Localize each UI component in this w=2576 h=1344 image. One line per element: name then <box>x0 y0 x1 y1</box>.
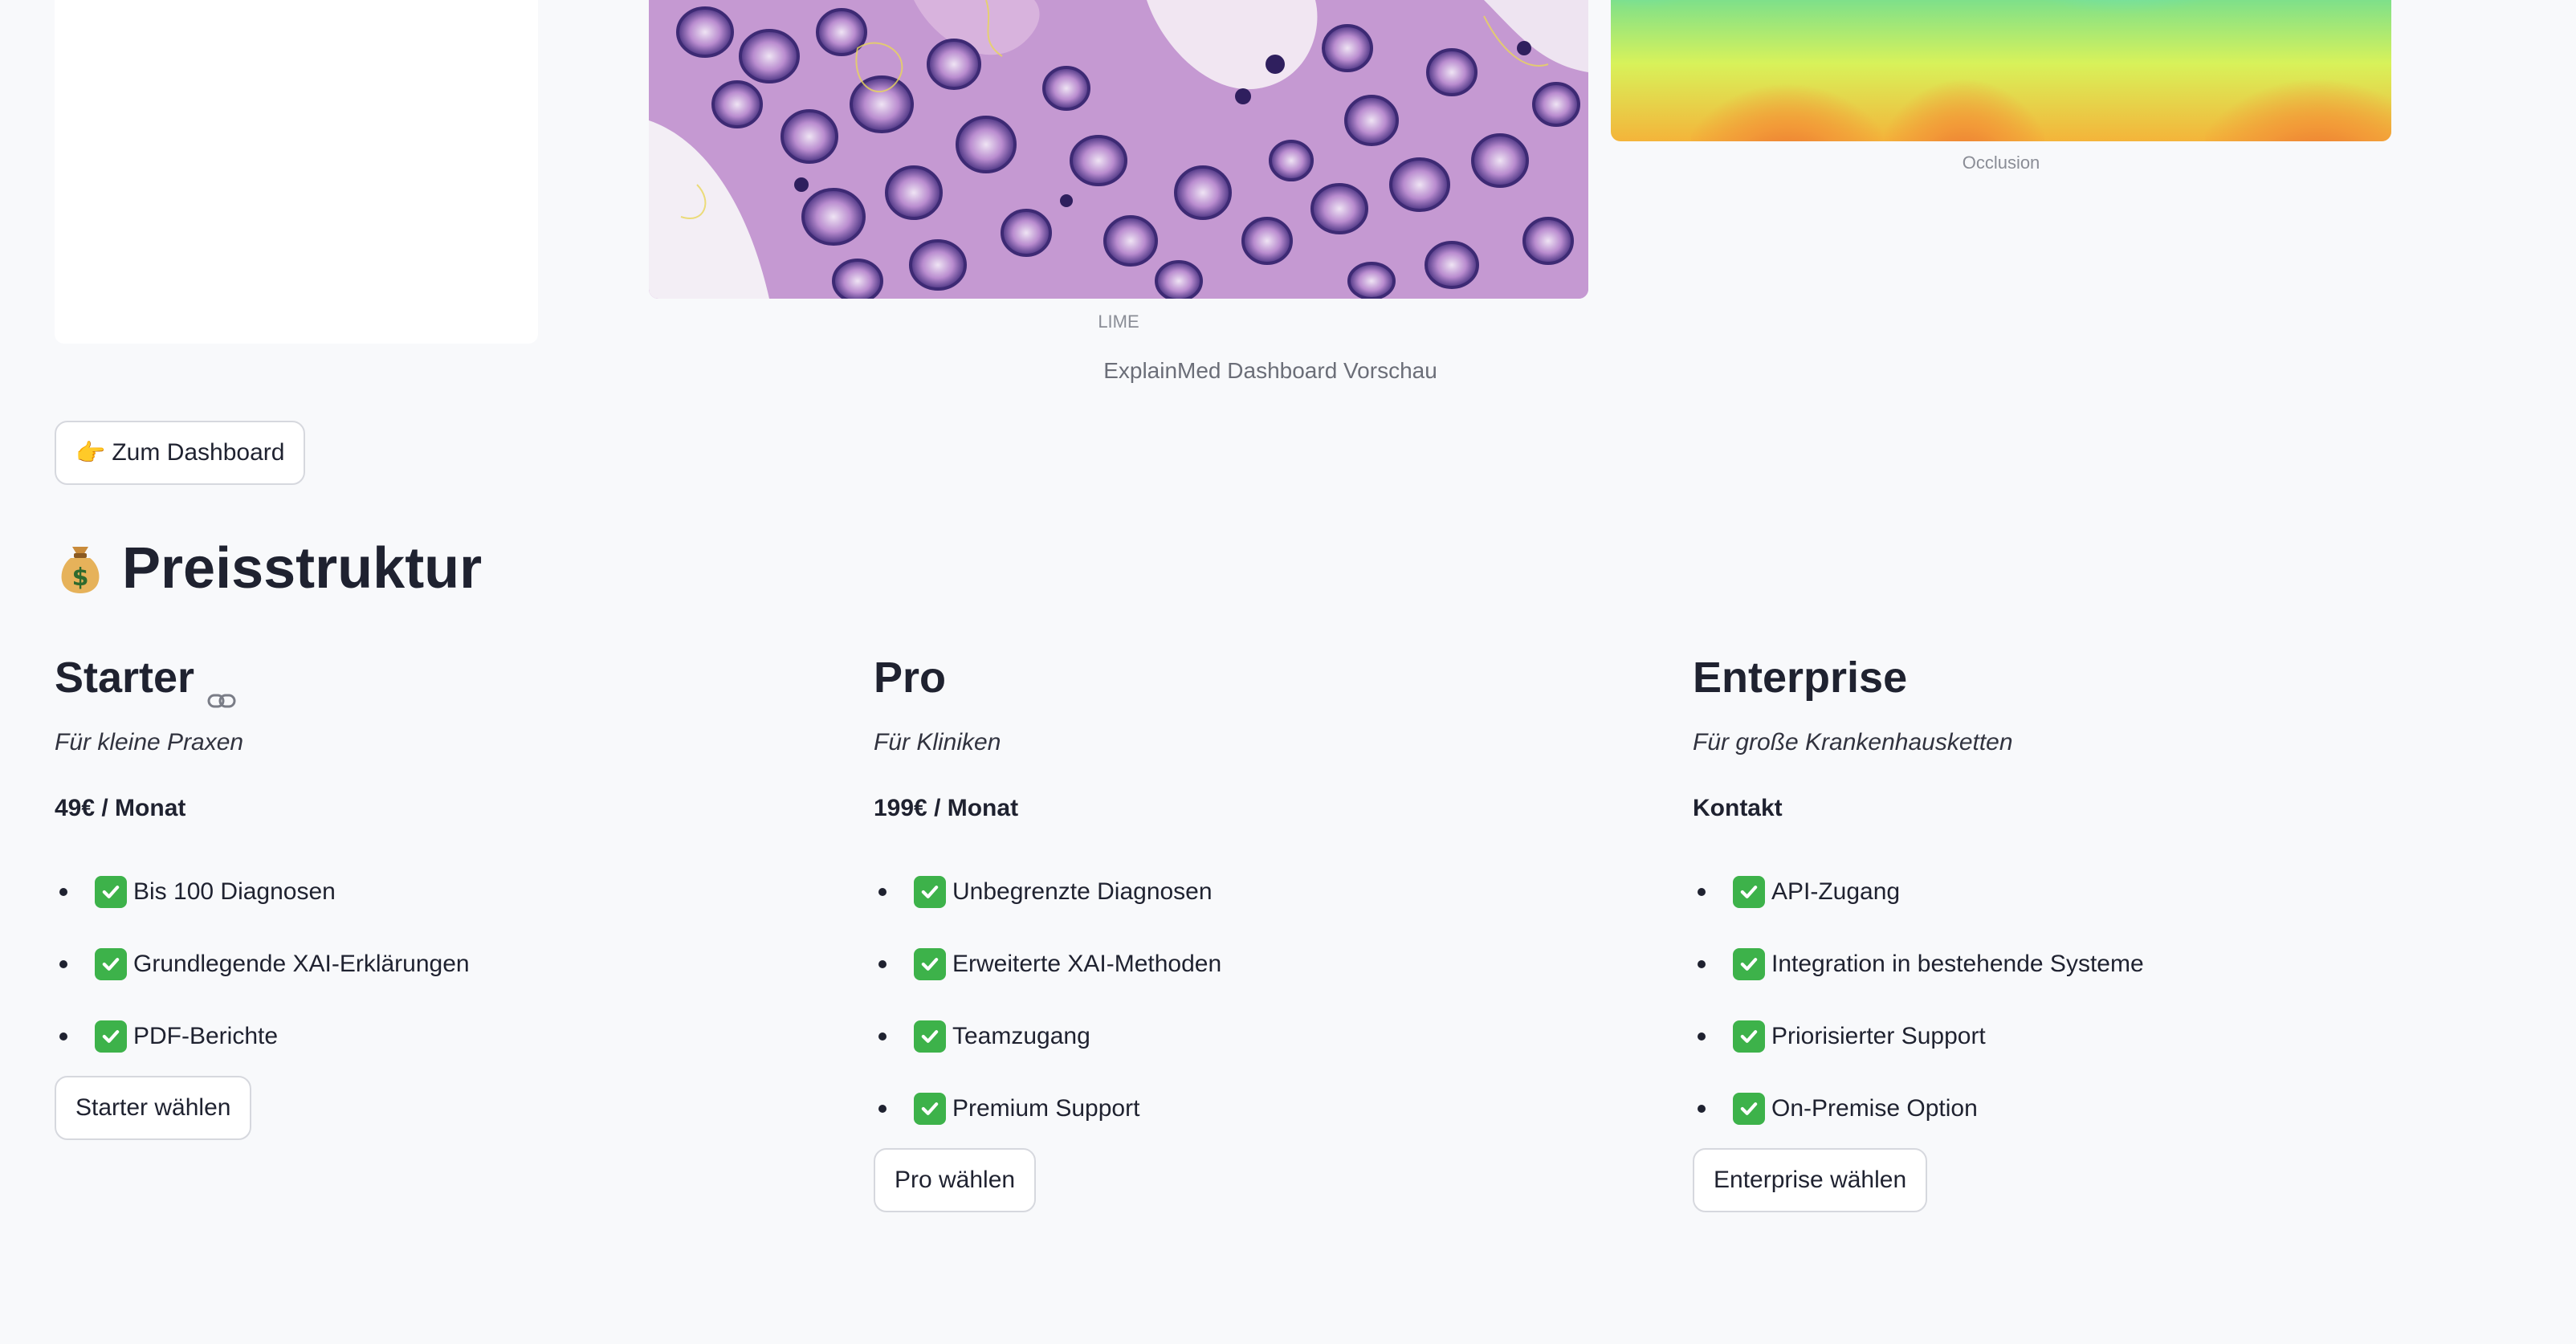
check-icon <box>95 876 127 908</box>
feature-item: On-Premise Option <box>1693 1073 2464 1145</box>
plan-pro-features: Unbegrenzte Diagnosen Erweiterte XAI-Met… <box>874 856 1645 1145</box>
plan-enterprise-name: Enterprise <box>1693 654 1908 702</box>
bullet <box>1698 1105 1706 1113</box>
plan-enterprise-subtitle: Für große Krankenhausketten <box>1693 729 2013 755</box>
bullet <box>1698 1032 1706 1041</box>
dashboard-preview-caption: ExplainMed Dashboard Vorschau <box>1103 358 1437 383</box>
plan-pro-price: 199€ / Monat <box>874 795 1019 821</box>
feature-item: Priorisierter Support <box>1693 1000 2464 1073</box>
feature-item: API-Zugang <box>1693 856 2464 928</box>
pointing-hand-icon: 👉 <box>75 439 106 466</box>
occlusion-heatmap-picture <box>1611 0 2391 141</box>
feature-item: PDF-Berichte <box>55 1000 825 1073</box>
starter-select-button[interactable]: Starter wählen <box>55 1076 252 1140</box>
bullet <box>59 888 67 896</box>
svg-text:$: $ <box>72 564 89 592</box>
feature-label: On-Premise Option <box>1771 1095 1978 1122</box>
bullet <box>878 888 887 896</box>
plan-pro-name: Pro <box>874 654 947 702</box>
feature-label: PDF-Berichte <box>133 1023 279 1049</box>
feature-item: Bis 100 Diagnosen <box>55 856 825 928</box>
zum-dashboard-button[interactable]: 👉 Zum Dashboard <box>55 421 306 485</box>
plan-pro-title: Pro <box>874 642 1645 713</box>
bullet <box>1698 888 1706 896</box>
plan-pro: Pro Für Kliniken 199€ / Monat Unbegrenzt… <box>874 642 1645 1212</box>
plan-enterprise-title: Enterprise <box>1693 642 2464 713</box>
feature-item: Integration in bestehende Systeme <box>1693 928 2464 1000</box>
plan-starter-subtitle: Für kleine Praxen <box>55 729 244 755</box>
link-icon[interactable] <box>207 670 236 708</box>
lime-caption: LIME <box>1098 312 1139 332</box>
check-icon <box>914 948 946 980</box>
check-icon <box>1733 876 1765 908</box>
money-bag-icon: $ <box>55 540 106 597</box>
feature-item: Premium Support <box>874 1073 1645 1145</box>
check-icon <box>1733 1020 1765 1053</box>
bullet <box>1698 960 1706 968</box>
feature-item: Erweiterte XAI-Methoden <box>874 928 1645 1000</box>
bullet <box>878 1032 887 1041</box>
plan-enterprise-price: Kontakt <box>1693 795 1783 821</box>
feature-item: Teamzugang <box>874 1000 1645 1073</box>
zum-dashboard-label: Zum Dashboard <box>112 439 285 466</box>
check-icon <box>914 1020 946 1053</box>
feature-label: Bis 100 Diagnosen <box>133 878 336 905</box>
plan-pro-subtitle: Für Kliniken <box>874 729 1001 755</box>
enterprise-select-button[interactable]: Enterprise wählen <box>1693 1148 1928 1212</box>
feature-label: Teamzugang <box>952 1023 1090 1049</box>
feature-label: Premium Support <box>952 1095 1140 1122</box>
bullet <box>59 1032 67 1041</box>
plan-starter-name: Starter <box>55 654 195 702</box>
bullet <box>878 1105 887 1113</box>
check-icon <box>1733 1093 1765 1125</box>
feature-item: Unbegrenzte Diagnosen <box>874 856 1645 928</box>
plan-enterprise: Enterprise Für große Krankenhausketten K… <box>1693 642 2464 1212</box>
pricing-heading: $ Preisstruktur <box>55 528 482 609</box>
lime-histology-picture <box>649 0 1588 299</box>
check-icon <box>95 1020 127 1053</box>
plan-starter: Starter Für kleine Praxen 49€ / Monat Bi… <box>55 642 825 1140</box>
plan-starter-title: Starter <box>55 642 825 713</box>
bullet <box>59 960 67 968</box>
feature-label: API-Zugang <box>1771 878 1901 905</box>
feature-label: Grundlegende XAI-Erklärungen <box>133 951 470 977</box>
plan-starter-features: Bis 100 Diagnosen Grundlegende XAI-Erklä… <box>55 856 825 1073</box>
check-icon <box>95 948 127 980</box>
plan-starter-price: 49€ / Monat <box>55 795 186 821</box>
feature-label: Integration in bestehende Systeme <box>1771 951 2144 977</box>
check-icon <box>914 876 946 908</box>
feature-label: Unbegrenzte Diagnosen <box>952 878 1213 905</box>
pricing-title: Preisstruktur <box>122 536 483 601</box>
feature-label: Priorisierter Support <box>1771 1023 1986 1049</box>
preview-card <box>55 0 538 344</box>
plan-enterprise-features: API-Zugang Integration in bestehende Sys… <box>1693 856 2464 1145</box>
check-icon <box>914 1093 946 1125</box>
pro-select-button[interactable]: Pro wählen <box>874 1148 1037 1212</box>
feature-item: Grundlegende XAI-Erklärungen <box>55 928 825 1000</box>
occlusion-caption: Occlusion <box>1962 153 2040 173</box>
feature-label: Erweiterte XAI-Methoden <box>952 951 1222 977</box>
lime-image <box>649 0 1588 299</box>
check-icon <box>1733 948 1765 980</box>
bullet <box>878 960 887 968</box>
occlusion-heatmap <box>1611 0 2391 141</box>
